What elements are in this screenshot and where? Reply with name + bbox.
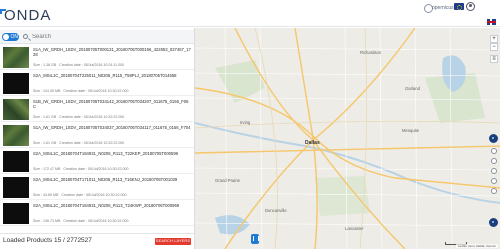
product-creation-date: Creation date : 05/Jul/2018 10:24:11.000 [59, 63, 125, 67]
user-icon[interactable] [466, 2, 475, 11]
product-size: Size : 124.39 MB [33, 89, 61, 93]
onda-logo[interactable]: ONDA [4, 7, 51, 24]
toggle-knob [3, 34, 9, 40]
product-thumbnail[interactable] [3, 177, 29, 198]
product-creation-date: Creation date : 05/Jul/2018 10:30:22.000 [61, 193, 127, 197]
map-tool-2-icon[interactable] [491, 158, 497, 164]
product-creation-date: Creation date : 05/Jul/2018 10:32:22.000 [59, 141, 125, 145]
product-size: Size : 1.36 GB [33, 63, 57, 67]
map-label-lancaster: Lancaster [345, 226, 364, 231]
map-tool-4-icon[interactable] [491, 178, 497, 184]
product-name[interactable]: S2A_MSIL1C_20180704T225011_N0206_R115_T5… [33, 73, 191, 78]
product-meta: Size : 1.61 GB Creation date : 05/Jul/20… [33, 115, 124, 119]
onda-catalogue-app: ONDA opernicus ON S1A_IW_GRDH_1SDV_20180… [0, 0, 500, 249]
product-size: Size : 44.69 MB [33, 193, 59, 197]
product-creation-date: Creation date : 05/Jul/2018 10:30:22.000 [63, 219, 129, 223]
product-list[interactable]: S1A_IW_GRDH_1SDV_20180705T000131_2018070… [0, 45, 194, 233]
toggle-label: ON [10, 34, 19, 40]
product-thumbnail[interactable] [3, 203, 29, 224]
product-meta: Size : 1.36 GB Creation date : 05/Jul/20… [33, 63, 124, 67]
search-icon [23, 34, 28, 39]
map-label-garland: Garland [405, 86, 420, 91]
map-label-duncanville: Duncanville [265, 208, 287, 213]
loaded-products-count: Loaded Products 15 / 2772527 [3, 237, 92, 244]
search-bar: ON [0, 30, 194, 44]
product-creation-date: Creation date : 05/Jul/2018 10:32:22.000 [59, 115, 125, 119]
search-input[interactable] [32, 32, 188, 42]
product-name[interactable]: S1A_IW_GRDH_1SDV_20180705T000131_2018070… [33, 47, 191, 57]
list-item[interactable]: S1A_IW_GRDH_1SDV_20180705T034037_2018070… [0, 123, 194, 148]
layers-icon: ≡ [492, 56, 496, 62]
product-creation-date: Creation date : 05/Jul/2018 10:30:22.000 [63, 167, 129, 171]
map-label-dallas: Dallas [305, 140, 320, 146]
product-meta: Size : 136.73 MB Creation date : 05/Jul/… [33, 219, 129, 223]
product-name[interactable]: S1A_IW_GRDH_1SDV_20180705T034037_2018070… [33, 125, 191, 130]
map-label-grand-prairie: Grand Prairie [215, 178, 240, 183]
satellite-view-icon[interactable] [489, 218, 498, 227]
list-item[interactable]: S2A_MSIL1C_20180704T171011_N0206_R113_T1… [0, 175, 194, 200]
search-toggle[interactable]: ON [2, 33, 19, 41]
product-thumbnail[interactable] [3, 151, 29, 172]
top-header: ONDA opernicus [0, 0, 500, 27]
search-layers-button[interactable]: SEARCH LAYERS [155, 238, 191, 245]
map-marker-icon[interactable] [251, 234, 259, 244]
map-tool-3-icon[interactable] [491, 168, 497, 174]
product-size: Size : 1.61 GB [33, 115, 57, 119]
product-size: Size : 1.61 GB [33, 141, 57, 145]
zoom-out-button[interactable]: − [490, 43, 498, 51]
list-item[interactable]: S2A_MSIL1C_20180704T225011_N0206_R115_T5… [0, 71, 194, 96]
uk-flag-icon[interactable] [487, 19, 496, 25]
map-basemap [195, 28, 500, 249]
list-item[interactable]: S1B_IW_GRDH_1SDV_20180705T034142_2018070… [0, 97, 194, 122]
product-name[interactable]: S2A_MSIL1C_20180704T184931_N0206_R113_T2… [33, 203, 191, 208]
map-tool-1-icon[interactable] [491, 148, 497, 154]
list-footer: Loaded Products 15 / 2772527 SEARCH LAYE… [0, 233, 194, 249]
copernicus-logo[interactable]: opernicus [424, 3, 454, 16]
map-attribution[interactable]: Leaflet | Esri, HERE, Garmin [455, 244, 498, 248]
product-thumbnail[interactable] [3, 99, 29, 120]
product-name[interactable]: S2A_MSIL1C_20180704T171011_N0206_R113_T1… [33, 177, 191, 182]
map-label-mesquite: Mesquite [402, 128, 419, 133]
product-meta: Size : 172.47 MB Creation date : 05/Jul/… [33, 167, 129, 171]
map-label-richardson: Richardson [360, 50, 382, 55]
list-item[interactable]: S2A_MSIL1C_20180704T184931_N0206_R113_T2… [0, 149, 194, 174]
product-meta: Size : 1.61 GB Creation date : 05/Jul/20… [33, 141, 124, 145]
eu-flag-icon [454, 3, 464, 10]
product-creation-date: Creation date : 05/Jul/2018 10:30:22.000 [63, 89, 129, 93]
product-size: Size : 172.47 MB [33, 167, 61, 171]
product-thumbnail[interactable] [3, 125, 29, 146]
satellite-layer-icon[interactable] [489, 134, 498, 143]
product-thumbnail[interactable] [3, 73, 29, 94]
layers-button[interactable]: ≡ [490, 55, 498, 63]
copernicus-logo-text: opernicus [432, 5, 454, 11]
map-tool-5-icon[interactable] [491, 188, 497, 194]
map-label-irving: Irving [240, 120, 251, 125]
zoom-in-button[interactable]: + [490, 35, 498, 43]
map-view[interactable]: Dallas Mesquite Irving Garland Richardso… [194, 28, 500, 249]
list-item[interactable]: S2A_MSIL1C_20180704T184931_N0206_R113_T2… [0, 201, 194, 226]
product-thumbnail[interactable] [3, 47, 29, 68]
product-name[interactable]: S1B_IW_GRDH_1SDV_20180705T034142_2018070… [33, 99, 191, 109]
list-item[interactable]: S1A_IW_GRDH_1SDV_20180705T000131_2018070… [0, 45, 194, 70]
product-meta: Size : 44.69 MB Creation date : 05/Jul/2… [33, 193, 127, 197]
product-size: Size : 136.73 MB [33, 219, 61, 223]
product-meta: Size : 124.39 MB Creation date : 05/Jul/… [33, 89, 129, 93]
product-name[interactable]: S2A_MSIL1C_20180704T184931_N0206_R113_T2… [33, 151, 191, 156]
